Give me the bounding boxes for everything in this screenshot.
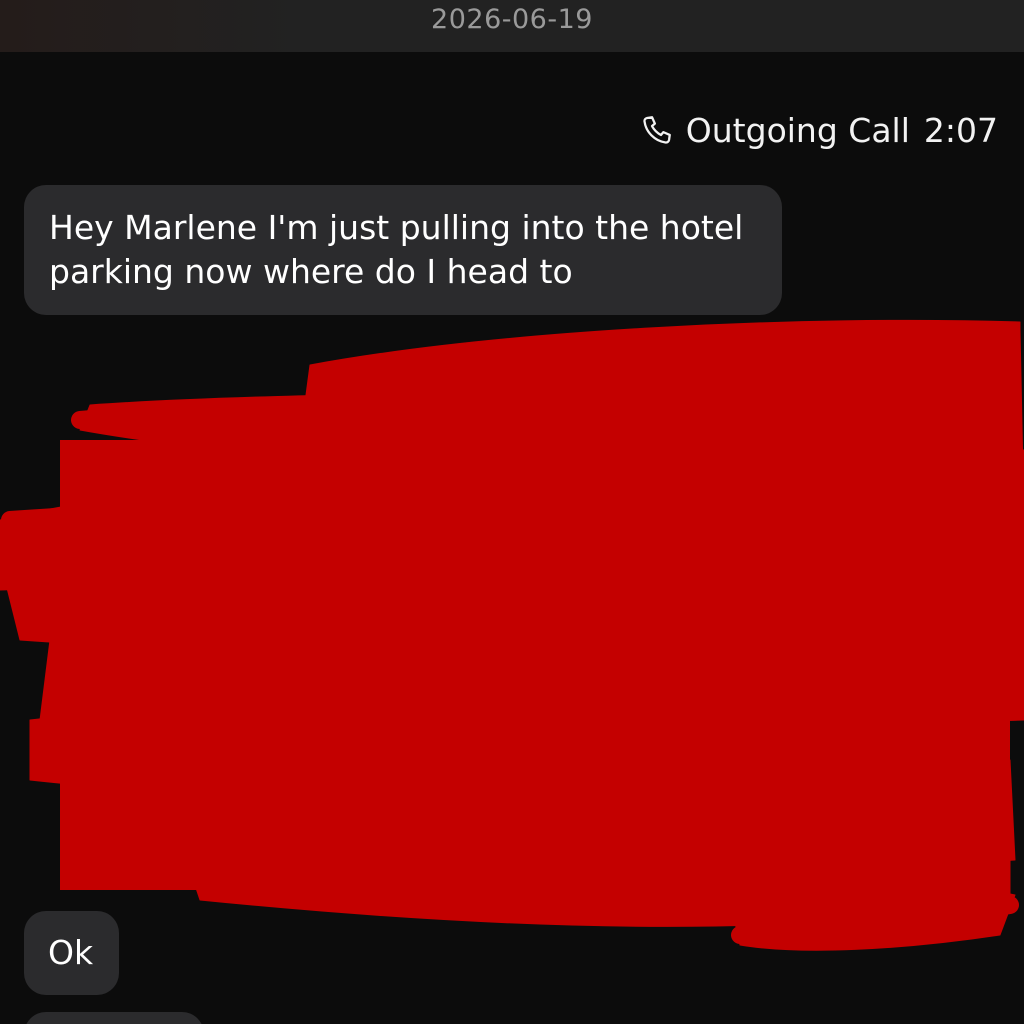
message-bubble-incoming-partial[interactable] — [24, 1012, 204, 1024]
message-bubble-incoming[interactable]: Ok — [24, 911, 119, 995]
conversation-screen: 2026-06-19 Outgoing Call 2:07 Hey Marlen… — [0, 0, 1024, 1024]
message-text: Ok — [48, 933, 94, 972]
redaction-scribble — [0, 319, 1024, 951]
